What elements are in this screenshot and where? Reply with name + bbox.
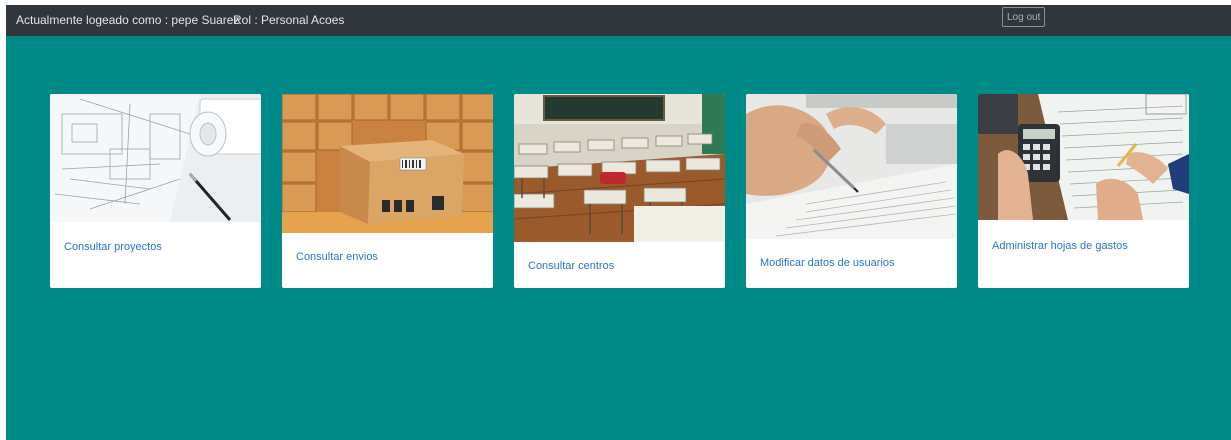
card-label[interactable]: Consultar proyectos	[64, 241, 162, 253]
blueprint-plans-image	[50, 94, 261, 222]
card-label[interactable]: Administrar hojas de gastos	[992, 240, 1128, 252]
app-frame: Actualmente logeado como : pepe Suarez R…	[6, 5, 1231, 440]
classroom-image	[514, 94, 725, 242]
card-label[interactable]: Consultar envios	[296, 251, 378, 263]
card-consultar-proyectos[interactable]: Consultar proyectos	[50, 94, 261, 288]
cardboard-boxes-image	[282, 94, 493, 233]
card-consultar-centros[interactable]: Consultar centros	[514, 94, 725, 288]
card-administrar-hojas-gastos[interactable]: Administrar hojas de gastos	[978, 94, 1189, 288]
card-label[interactable]: Modificar datos de usuarios	[760, 257, 895, 269]
logout-button[interactable]: Log out	[1002, 7, 1046, 27]
card-modificar-datos-usuarios[interactable]: Modificar datos de usuarios	[746, 94, 957, 288]
top-bar: Actualmente logeado como : pepe Suarez R…	[6, 5, 1231, 36]
hand-writing-document-image	[746, 94, 957, 239]
user-role-text: Rol : Personal Acoes	[233, 13, 345, 27]
logged-in-user-text: Actualmente logeado como : pepe Suarez	[16, 13, 240, 27]
card-consultar-envios[interactable]: Consultar envios	[282, 94, 493, 288]
card-label[interactable]: Consultar centros	[528, 260, 614, 272]
calculator-expenses-image	[978, 94, 1189, 220]
